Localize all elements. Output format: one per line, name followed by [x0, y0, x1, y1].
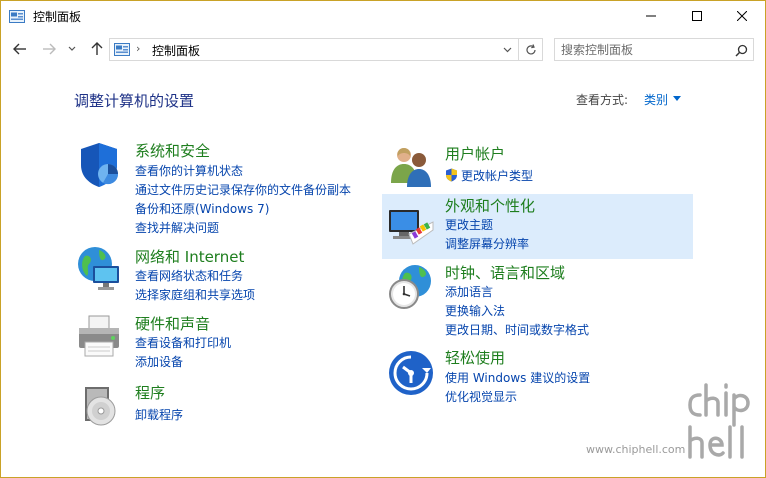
link-add-device[interactable]: 添加设备: [135, 353, 183, 370]
users-icon[interactable]: [387, 141, 435, 189]
category-title-network-internet[interactable]: 网络和 Internet: [135, 246, 244, 267]
link-uninstall-program[interactable]: 卸载程序: [135, 406, 183, 423]
search-box[interactable]: [554, 38, 754, 61]
chiphell-logo-icon: [688, 383, 750, 459]
uac-shield-icon: [446, 168, 457, 182]
minimize-button[interactable]: [628, 1, 674, 31]
chevron-down-icon: [68, 46, 76, 51]
page-title: 调整计算机的设置: [74, 92, 195, 110]
title-bar[interactable]: 控制面板: [1, 1, 765, 31]
breadcrumb-control-panel[interactable]: 控制面板: [152, 42, 200, 59]
arrow-left-icon: [13, 43, 26, 55]
programs-disc-icon[interactable]: [75, 381, 123, 429]
link-change-theme[interactable]: 更改主题: [445, 216, 493, 233]
link-view-computer-status[interactable]: 查看你的计算机状态: [135, 162, 243, 179]
clock-globe-icon[interactable]: [387, 263, 435, 311]
search-input[interactable]: [561, 41, 721, 58]
chevron-down-icon: [503, 47, 511, 53]
category-title-programs[interactable]: 程序: [135, 382, 165, 403]
back-button[interactable]: [10, 39, 30, 59]
link-add-language[interactable]: 添加语言: [445, 283, 493, 300]
link-backup-restore[interactable]: 备份和还原(Windows 7): [135, 200, 269, 217]
category-title-hardware-sound[interactable]: 硬件和声音: [135, 313, 210, 334]
refresh-icon: [525, 43, 536, 54]
display-palette-icon[interactable]: [387, 204, 435, 252]
link-screen-resolution[interactable]: 调整屏幕分辨率: [445, 235, 529, 252]
link-change-account-type[interactable]: 更改帐户类型: [445, 167, 533, 184]
forward-button[interactable]: [39, 39, 59, 59]
close-icon: [737, 11, 747, 21]
link-date-time-format[interactable]: 更改日期、时间或数字格式: [445, 321, 589, 338]
search-icon[interactable]: [733, 42, 749, 58]
shield-pie-icon[interactable]: [75, 141, 123, 189]
control-panel-icon: [114, 43, 130, 56]
address-bar[interactable]: › 控制面板: [109, 38, 519, 61]
category-title-user-accounts[interactable]: 用户帐户: [445, 143, 505, 164]
maximize-button[interactable]: [674, 1, 720, 31]
refresh-button[interactable]: [519, 38, 543, 61]
link-file-history[interactable]: 通过文件历史记录保存你的文件备份副本: [135, 181, 351, 198]
link-troubleshoot[interactable]: 查找并解决问题: [135, 219, 219, 236]
category-title-system-security[interactable]: 系统和安全: [135, 140, 210, 161]
ease-of-access-icon[interactable]: [387, 349, 435, 397]
network-globe-icon[interactable]: [75, 244, 123, 292]
recent-locations-button[interactable]: [65, 39, 79, 59]
view-by-dropdown[interactable]: 类别: [644, 91, 668, 108]
close-button[interactable]: [719, 1, 765, 31]
window-title: 控制面板: [33, 10, 82, 24]
category-title-clock-language-region[interactable]: 时钟、语言和区域: [445, 262, 565, 283]
arrow-up-icon: [91, 42, 103, 55]
chiphell-watermark: www.chiphell.com: [586, 381, 762, 471]
minimize-icon: [646, 15, 656, 17]
link-network-status[interactable]: 查看网络状态和任务: [135, 267, 243, 284]
address-dropdown-button[interactable]: [500, 43, 514, 57]
link-homegroup-sharing[interactable]: 选择家庭组和共享选项: [135, 286, 255, 303]
category-title-appearance[interactable]: 外观和个性化: [445, 195, 535, 216]
maximize-icon: [692, 11, 702, 21]
link-change-account-type-label: 更改帐户类型: [461, 169, 534, 183]
breadcrumb-chevron-icon[interactable]: ›: [136, 42, 140, 55]
control-panel-window: 控制面板 › 控制面板 搜索控制面板 调整计算机的设置 查看方式: 类别 系统和…: [0, 0, 766, 478]
link-optimize-visual-display[interactable]: 优化视觉显示: [445, 388, 517, 405]
control-panel-icon: [9, 10, 25, 23]
link-devices-printers[interactable]: 查看设备和打印机: [135, 334, 231, 351]
category-title-ease-of-access[interactable]: 轻松使用: [445, 347, 505, 368]
link-change-input-method[interactable]: 更换输入法: [445, 302, 505, 319]
up-button[interactable]: [87, 39, 107, 59]
watermark-url: www.chiphell.com: [586, 443, 686, 456]
link-recommended-settings[interactable]: 使用 Windows 建议的设置: [445, 369, 590, 386]
view-by-label: 查看方式:: [576, 93, 629, 107]
navigation-bar: › 控制面板: [1, 31, 765, 67]
arrow-right-icon: [43, 43, 56, 55]
view-by-caret-icon[interactable]: [673, 96, 681, 101]
printer-icon[interactable]: [75, 312, 123, 360]
